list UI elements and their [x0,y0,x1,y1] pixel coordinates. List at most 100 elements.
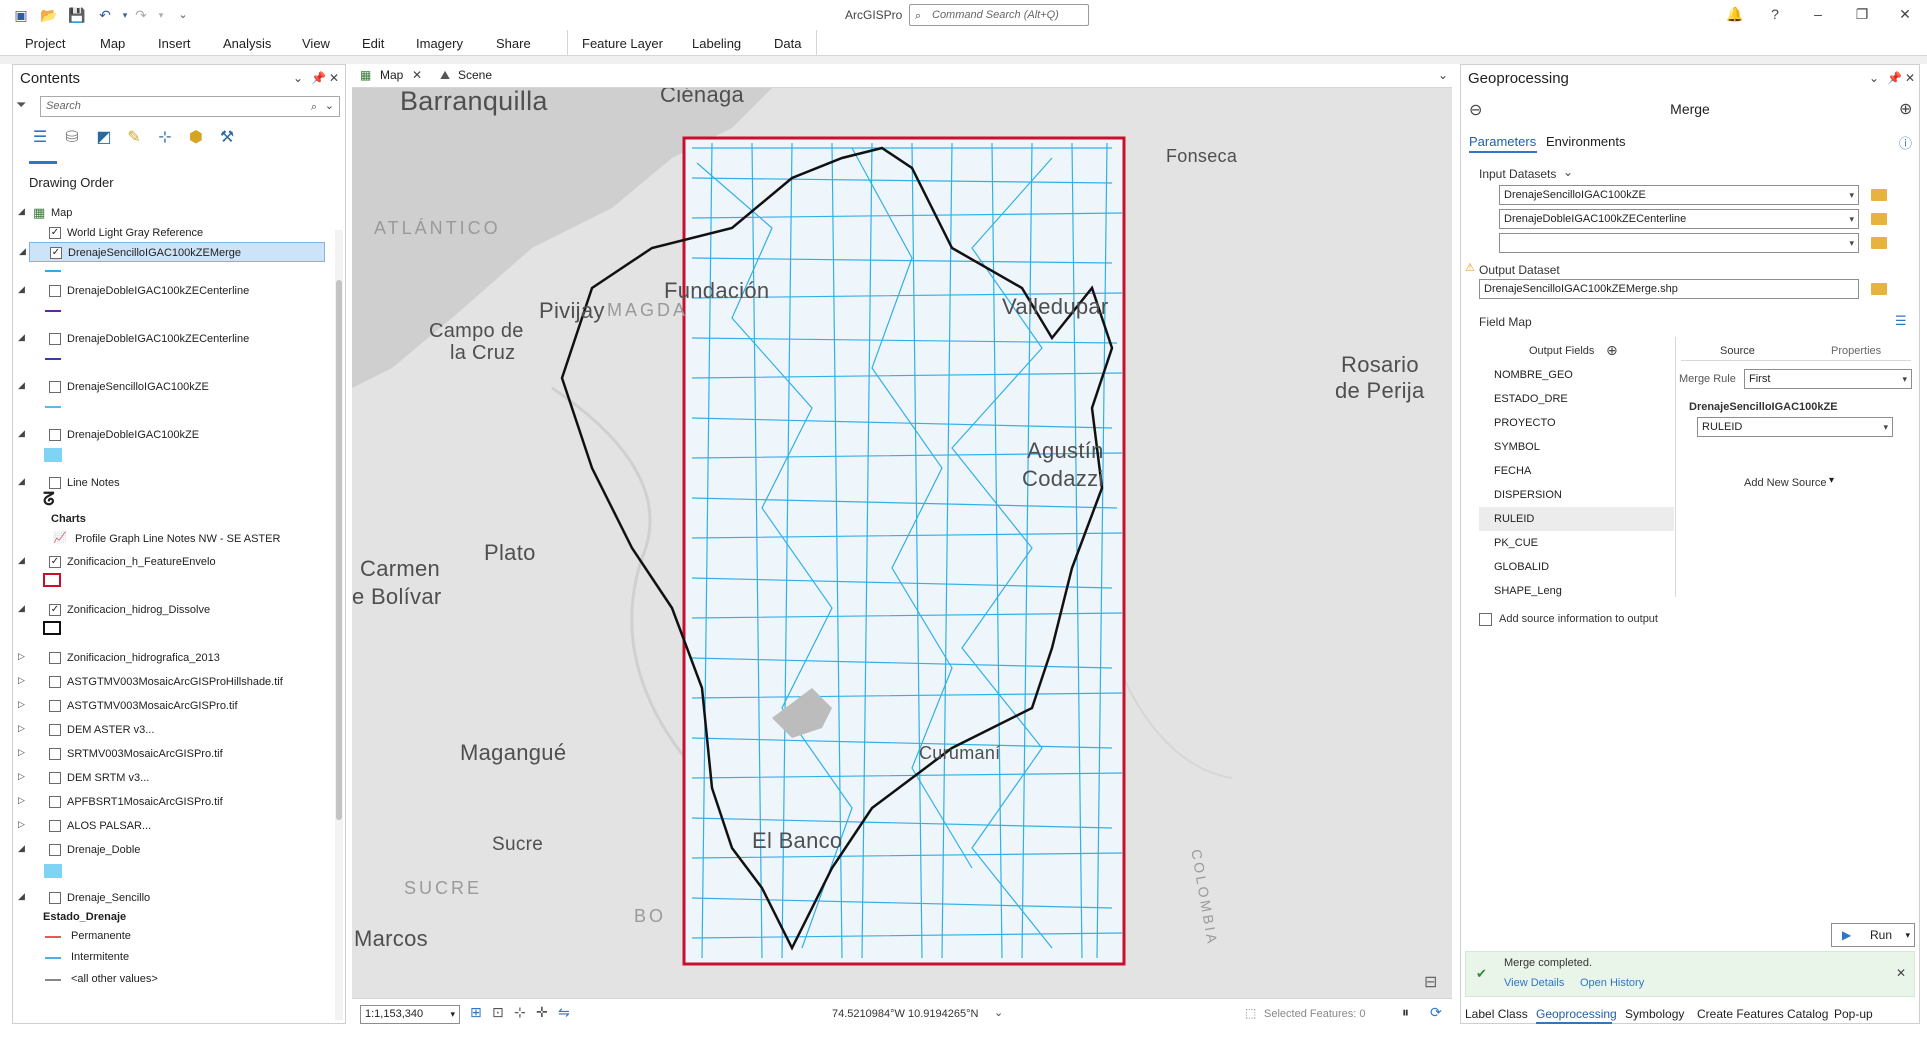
tab-catalog[interactable]: Catalog [1787,1007,1828,1021]
tab-parameters[interactable]: Parameters [1469,134,1536,149]
scrollbar-thumb[interactable] [336,280,342,820]
list-by-labeling-icon[interactable]: ⬢ [185,127,207,149]
toc-layer-srtm-mosaic[interactable]: ▷ SRTMV003MosaicArcGISPro.tif [18,744,329,764]
toc-layer-drenaje-sencillo-merge[interactable]: ◢ ✓ DrenajeSencilloIGAC100kZEMerge [19,242,325,262]
layer-visibility-checkbox[interactable] [49,844,61,856]
filter-icon[interactable]: ⏷ [16,97,26,113]
tab-geoprocessing[interactable]: Geoprocessing [1536,1007,1617,1021]
layer-visibility-checkbox[interactable]: ✓ [49,604,61,616]
layer-visibility-checkbox[interactable] [49,333,61,345]
list-by-selection-icon[interactable]: ◩ [93,127,115,149]
toc-layer-zonificacion-envelope[interactable]: ◢ ✓ Zonificacion_h_FeatureEnvelo [18,552,329,572]
notifications-icon[interactable]: 🔔 [1725,6,1745,23]
list-by-data-source-icon[interactable]: ⛁ [61,127,83,149]
list-by-perspective-imagery-icon[interactable]: ⚒ [216,127,238,149]
browse-folder-icon[interactable] [1871,283,1887,295]
field-item[interactable]: SHAPE_Leng [1479,579,1674,603]
toc-layer-alos-palsar[interactable]: ▷ ALOS PALSAR... [18,816,329,836]
pane-options-icon[interactable]: ⌄ [1869,71,1879,85]
redo-icon[interactable]: ↷ [132,6,150,24]
line-symbol[interactable] [45,358,61,360]
source-tab[interactable]: Source [1720,345,1755,357]
tab-share[interactable]: Share [496,36,531,51]
field-item-selected[interactable]: RULEID [1479,507,1674,531]
toc-layer-zonificacion-dissolve[interactable]: ◢ ✓ Zonificacion_hidrog_Dissolve [18,600,329,620]
layer-visibility-checkbox[interactable]: ✓ [49,227,61,239]
layer-visibility-checkbox[interactable] [49,892,61,904]
profile-graph-chart[interactable]: Profile Graph Line Notes NW - SE ASTER [75,533,280,545]
contents-scrollbar[interactable] [335,230,343,1020]
toc-layer-dem-srtm[interactable]: ▷ DEM SRTM v3... [18,768,329,788]
list-by-drawing-order-icon[interactable]: ☰ [29,127,51,149]
tab-analysis[interactable]: Analysis [223,36,271,51]
close-pane-icon[interactable]: ✕ [1905,71,1915,85]
new-project-icon[interactable]: ▣ [12,6,30,24]
refresh-icon[interactable]: ⟳ [1430,1004,1442,1021]
toc-layer-drenaje-doble-group[interactable]: ◢ Drenaje_Doble [18,840,329,860]
view-list-dropdown-icon[interactable]: ⌄ [1438,68,1448,82]
tab-environments[interactable]: Environments [1546,134,1625,149]
help-icon[interactable]: ⓘ [1899,133,1912,152]
toc-layer-drenaje-doble[interactable]: ◢ DrenajeDobleIGAC100kZE [18,425,329,445]
tab-label-class[interactable]: Label Class [1465,1007,1528,1021]
squiggle-line-symbol-icon[interactable]: ᘔ [43,489,55,510]
toc-layer-world-light-gray-reference[interactable]: ✓ World Light Gray Reference [29,223,329,243]
collapse-icon[interactable]: ◢ [18,206,25,217]
add-new-source-button[interactable]: Add New Source [1744,477,1827,489]
snapping-icon[interactable]: ⊹ [514,1004,526,1021]
collapse-icon[interactable]: ◢ [18,284,25,295]
add-field-icon[interactable]: ⊕ [1606,342,1618,359]
toc-layer-drenaje-sencillo[interactable]: ◢ DrenajeSencilloIGAC100kZE [18,377,329,397]
contents-search-input[interactable]: Search ⌕ ⌄ [40,96,340,117]
toc-layer-drenaje-sencillo-group[interactable]: ◢ Drenaje_Sencillo [18,888,329,908]
run-button[interactable]: ▶ Run ▾ [1831,923,1915,947]
layer-visibility-checkbox[interactable] [49,381,61,393]
layer-visibility-checkbox[interactable] [49,796,61,808]
expand-icon[interactable]: ▷ [18,771,25,782]
command-search[interactable]: ⌕ Command Search (Alt+Q) [909,4,1089,26]
toc-map[interactable]: ◢ ▦ Map [13,203,333,223]
layer-visibility-checkbox[interactable] [49,700,61,712]
tab-project[interactable]: Project [25,36,65,51]
layer-visibility-checkbox[interactable] [49,285,61,297]
tab-pop-up[interactable]: Pop-up [1834,1007,1873,1021]
expand-icon[interactable]: ▷ [18,675,25,686]
line-symbol[interactable] [45,957,61,959]
add-tool-icon[interactable]: ⊕ [1899,99,1912,119]
input-dataset-2[interactable]: DrenajeDobleIGAC100kZECenterline ▾ [1499,209,1859,229]
tab-create-features[interactable]: Create Features [1697,1007,1784,1021]
output-dataset-input[interactable]: DrenajeSencilloIGAC100kZEMerge.shp [1479,279,1859,299]
field-item[interactable]: SYMBOL [1479,435,1674,459]
close-pane-icon[interactable]: ✕ [329,71,339,85]
collapse-icon[interactable]: ◢ [18,843,25,854]
layer-visibility-checkbox[interactable] [49,429,61,441]
dismiss-icon[interactable]: ✕ [1896,966,1906,980]
correction-icon[interactable]: ⇋ [558,1004,570,1021]
redo-dropdown-icon[interactable]: ▾ [152,6,170,24]
expand-icon[interactable]: ▷ [18,699,25,710]
expand-icon[interactable]: ▷ [18,747,25,758]
toc-layer-aster-hillshade[interactable]: ▷ ASTGTMV003MosaicArcGISProHillshade.tif [18,672,329,692]
polygon-outline-symbol[interactable] [43,573,61,587]
toc-layer-line-notes[interactable]: ◢ Line Notes [18,473,329,493]
collapse-icon[interactable]: ⌄ [1563,165,1573,179]
tab-map[interactable]: Map [100,36,125,51]
layer-visibility-checkbox[interactable] [49,676,61,688]
line-symbol[interactable] [45,310,61,312]
toc-layer-aster-mosaic[interactable]: ▷ ASTGTMV003MosaicArcGISPro.tif [18,696,329,716]
polygon-symbol[interactable] [44,864,62,878]
browse-folder-icon[interactable] [1871,237,1887,249]
properties-tab[interactable]: Properties [1831,345,1881,357]
layer-visibility-checkbox[interactable] [49,748,61,760]
field-item[interactable]: NOMBRE_GEO [1479,363,1674,387]
field-item[interactable]: FECHA [1479,459,1674,483]
tab-view[interactable]: View [302,36,330,51]
selected-features-count[interactable]: Selected Features: 0 [1264,1008,1366,1020]
line-symbol[interactable] [45,979,61,981]
browse-folder-icon[interactable] [1871,213,1887,225]
list-by-editing-icon[interactable]: ✎ [123,127,145,149]
undo-icon[interactable]: ↶ [96,6,114,24]
field-item[interactable]: DISPERSION [1479,483,1674,507]
customize-toolbar-icon[interactable]: ⌄ [174,6,192,24]
expand-icon[interactable]: ▷ [18,819,25,830]
